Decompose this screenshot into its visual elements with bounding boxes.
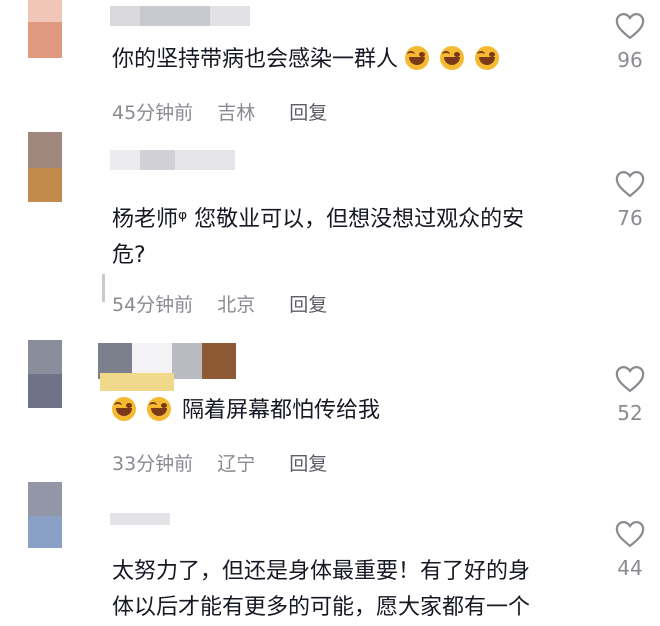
laughing-tears-emoji-icon	[440, 46, 465, 70]
comment-item: 隔着屏幕都怕传给我 33分钟前 辽宁 回复 52	[0, 335, 660, 480]
laughing-tears-emoji-icon	[405, 46, 430, 70]
username-redacted[interactable]	[110, 150, 235, 170]
like-count: 76	[617, 206, 643, 230]
like-button[interactable]: 96	[610, 12, 650, 72]
laughing-tears-emoji-icon	[112, 397, 136, 421]
avatar[interactable]	[28, 340, 62, 408]
heart-outline-icon	[615, 365, 645, 393]
reply-button[interactable]: 回复	[289, 102, 327, 124]
laughing-tears-emoji-icon	[475, 46, 500, 70]
like-button[interactable]: 76	[610, 170, 650, 230]
comment-text: 隔着屏幕都怕传给我	[112, 393, 380, 429]
heart-outline-icon	[615, 520, 645, 548]
comment-time: 33分钟前	[112, 453, 194, 475]
like-button[interactable]: 52	[610, 365, 650, 425]
avatar[interactable]	[28, 482, 62, 548]
username-redacted	[100, 373, 174, 391]
laughing-tears-emoji-icon	[147, 397, 171, 421]
like-count: 96	[617, 48, 643, 72]
comment-time: 45分钟前	[112, 102, 194, 124]
reply-button[interactable]: 回复	[289, 294, 327, 316]
comment-meta: 45分钟前 吉林 回复	[112, 98, 345, 125]
comment-text: 你的坚持带病也会感染一群人	[112, 42, 503, 78]
username-redacted[interactable]	[110, 510, 170, 530]
comment-location: 辽宁	[217, 453, 256, 475]
author-badge: ᵠ	[178, 207, 188, 232]
divider	[102, 274, 105, 302]
comment-time: 54分钟前	[112, 294, 194, 316]
avatar[interactable]	[28, 0, 62, 58]
comment-text: 太努力了，但还是身体最重要！有了好的身 体以后才能有更多的可能，愿大家都有一个	[112, 559, 531, 620]
heart-outline-icon	[615, 12, 645, 40]
comment-item: 太努力了，但还是身体最重要！有了好的身 体以后才能有更多的可能，愿大家都有一个 …	[0, 480, 660, 620]
comment-meta: 54分钟前 北京 回复	[112, 290, 345, 317]
comment-meta: 33分钟前 辽宁 回复	[112, 449, 345, 476]
comment-location: 北京	[217, 294, 256, 316]
username-redacted[interactable]	[110, 6, 250, 26]
comment-location: 吉林	[217, 102, 256, 124]
like-count: 44	[617, 556, 643, 580]
reply-button[interactable]: 回复	[289, 453, 327, 475]
like-button[interactable]: 44	[610, 520, 650, 580]
comment-text: 杨老师ᵠ 您敬业可以，但想没想过观众的安 危?	[112, 207, 525, 268]
comment-item: 杨老师ᵠ 您敬业可以，但想没想过观众的安 危? 54分钟前 北京 回复 76	[0, 130, 660, 330]
comment-item: 你的坚持带病也会感染一群人 45分钟前 吉林 回复 96	[0, 0, 660, 130]
avatar[interactable]	[28, 132, 62, 202]
like-count: 52	[617, 401, 643, 425]
mentioned-user[interactable]: 杨老师	[112, 207, 178, 232]
heart-outline-icon	[615, 170, 645, 198]
